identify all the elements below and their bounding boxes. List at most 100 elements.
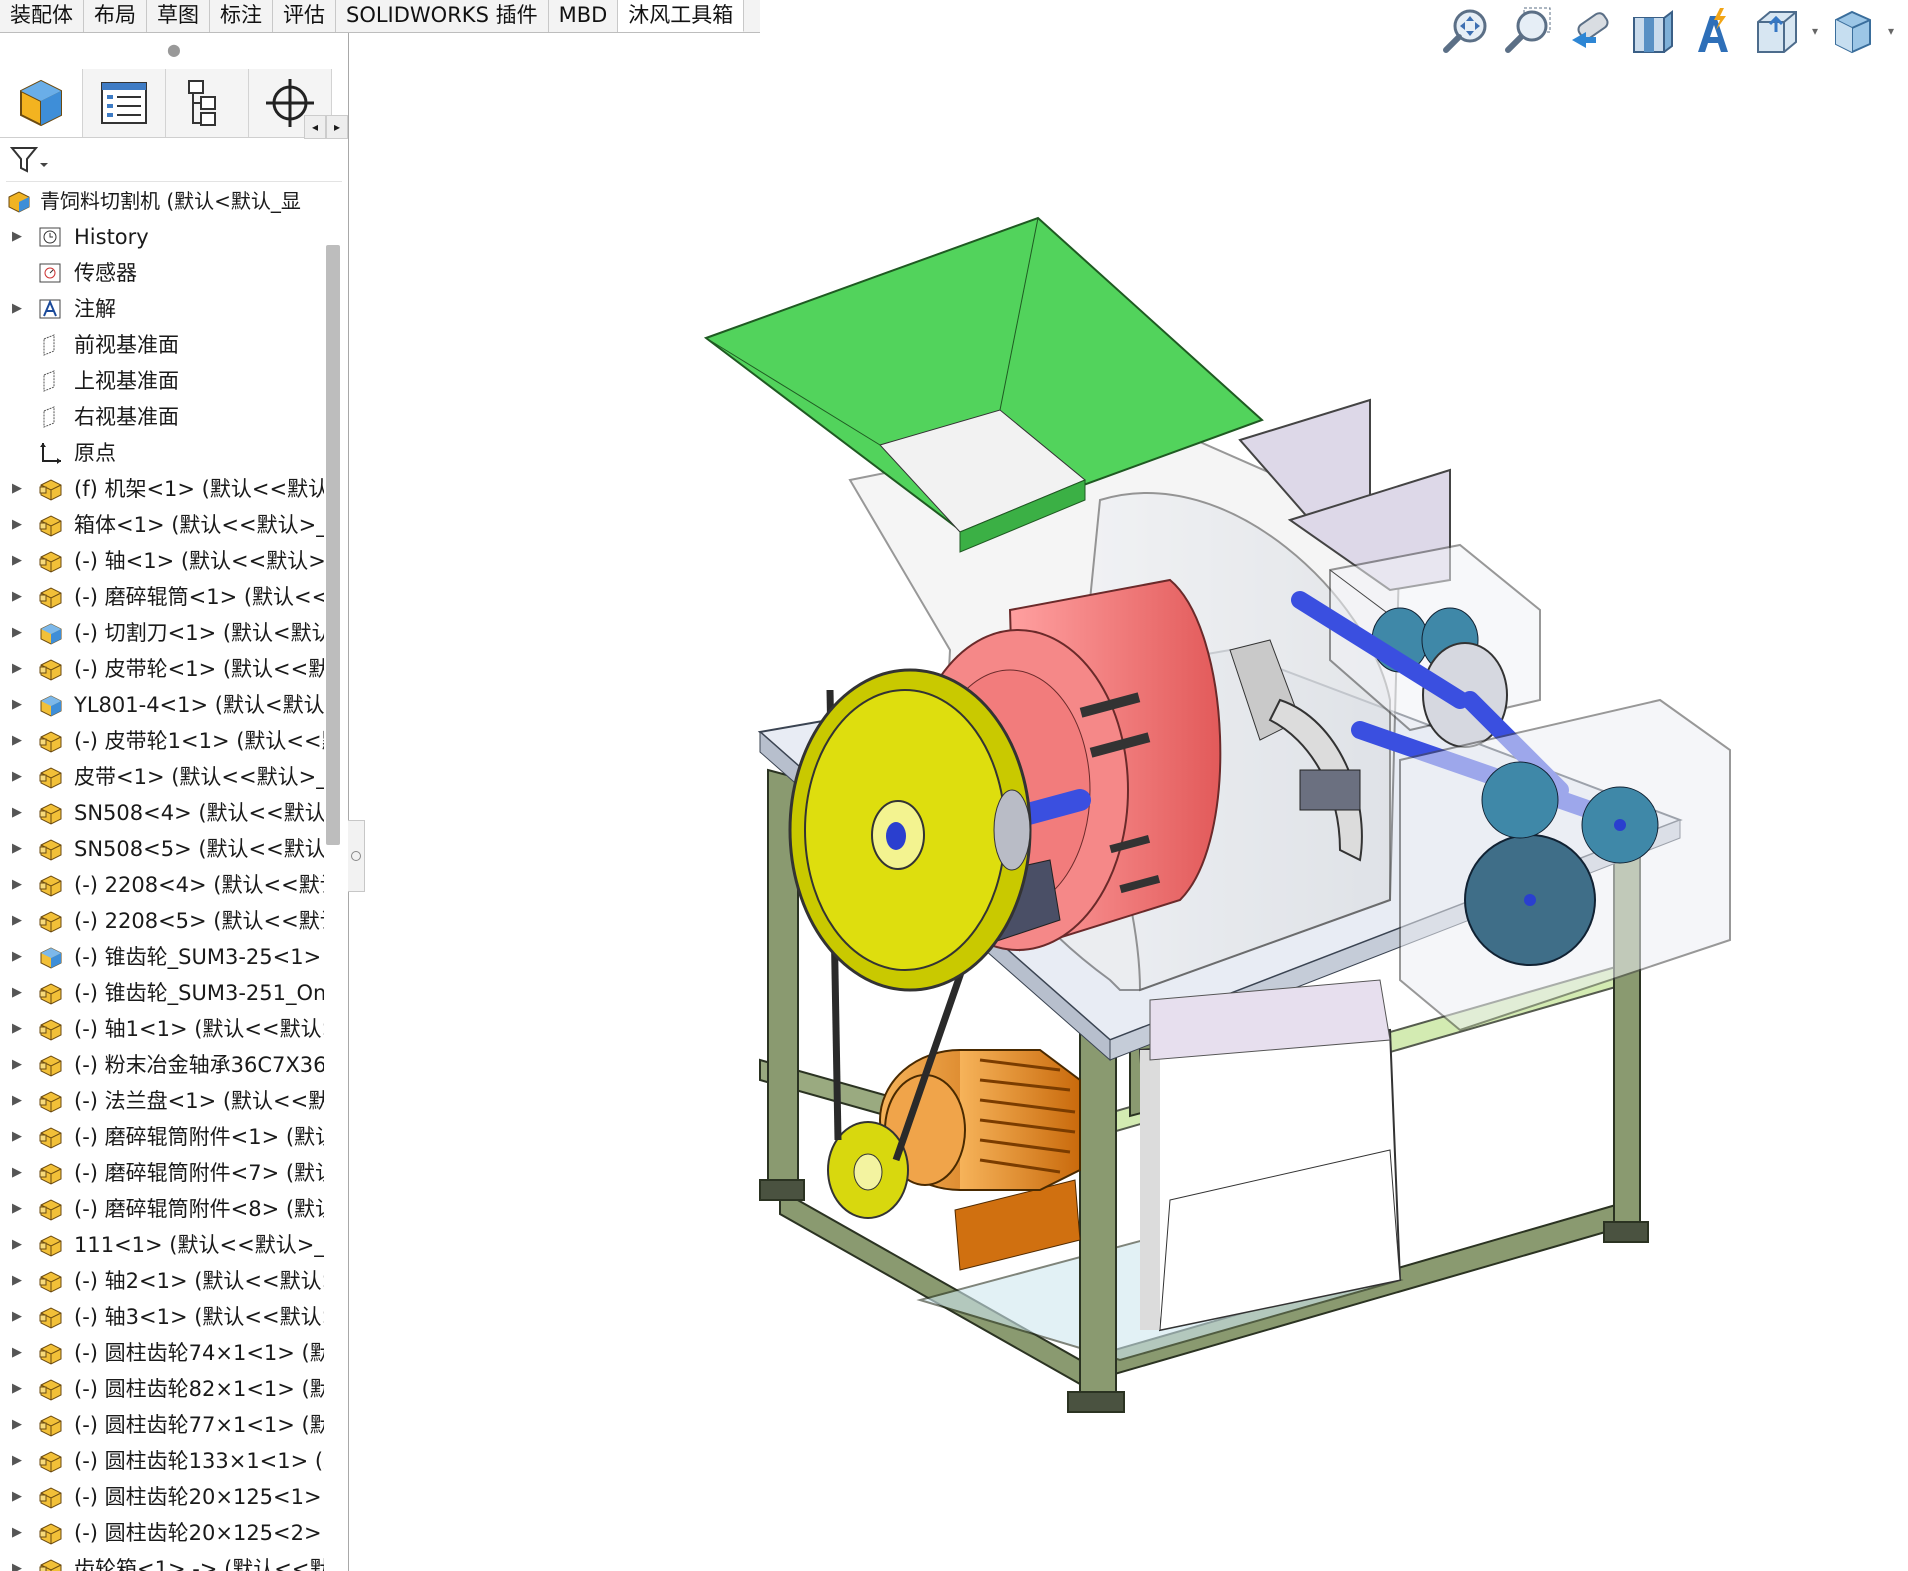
- tree-item[interactable]: ▶ SN508<5> (默认<<默认>: [0, 831, 324, 867]
- tab-5[interactable]: SOLIDWORKS 插件: [336, 0, 549, 32]
- tree-item[interactable]: ▶ (-) 法兰盘<1> (默认<<默: [0, 1083, 324, 1119]
- expand-arrow-icon[interactable]: ▶: [12, 867, 22, 903]
- configuration-manager-icon[interactable]: [166, 69, 249, 137]
- dynamic-annotation-icon[interactable]: [1684, 1, 1746, 61]
- expand-arrow-icon[interactable]: ▶: [12, 939, 22, 975]
- expand-arrow-icon[interactable]: ▶: [12, 543, 22, 579]
- tree-item[interactable]: ▶ (-) 皮带轮<1> (默认<<默: [0, 651, 324, 687]
- previous-view-icon[interactable]: [1560, 1, 1622, 61]
- tree-item[interactable]: ▶ 齿轮箱<1> -> (默认<<默: [0, 1551, 324, 1571]
- tree-item[interactable]: ▶ (-) 锥齿轮_SUM3-251_On: [0, 975, 324, 1011]
- expand-arrow-icon[interactable]: ▶: [12, 1551, 22, 1571]
- expand-arrow-icon[interactable]: ▶: [12, 1299, 22, 1335]
- expand-arrow-icon[interactable]: ▶: [12, 903, 22, 939]
- expand-arrow-icon[interactable]: ▶: [12, 1479, 22, 1515]
- expand-arrow-icon[interactable]: ▶: [12, 1335, 22, 1371]
- tree-item[interactable]: 原点: [0, 435, 324, 471]
- tree-item[interactable]: ▶ 注解: [0, 291, 324, 327]
- expand-arrow-icon[interactable]: ▶: [12, 615, 22, 651]
- expand-arrow-icon[interactable]: ▶: [12, 579, 22, 615]
- expand-arrow-icon[interactable]: ▶: [12, 975, 22, 1011]
- display-style-dropdown[interactable]: ▾: [1884, 24, 1898, 38]
- expand-arrow-icon[interactable]: ▶: [12, 1515, 22, 1551]
- tree-item[interactable]: ▶ (-) 2208<4> (默认<<默认: [0, 867, 324, 903]
- tab-2[interactable]: 草图: [147, 0, 210, 32]
- display-style-icon[interactable]: [1822, 1, 1884, 61]
- tree-item[interactable]: ▶ (-) 磨碎辊筒附件<7> (默认: [0, 1155, 324, 1191]
- tree-root[interactable]: 青饲料切割机 (默认<默认_显: [0, 183, 324, 219]
- expand-arrow-icon[interactable]: ▶: [12, 1227, 22, 1263]
- tree-item[interactable]: ▶ SN508<4> (默认<<默认>: [0, 795, 324, 831]
- tree-item[interactable]: ▶ YL801-4<1> (默认<默认_: [0, 687, 324, 723]
- expand-arrow-icon[interactable]: ▶: [12, 1011, 22, 1047]
- assembly-model[interactable]: [350, 62, 1908, 1571]
- tab-3[interactable]: 标注: [210, 0, 273, 32]
- expand-arrow-icon[interactable]: ▶: [12, 291, 22, 327]
- view-orientation-dropdown[interactable]: ▾: [1808, 24, 1822, 38]
- expand-arrow-icon[interactable]: ▶: [12, 1371, 22, 1407]
- expand-arrow-icon[interactable]: ▶: [12, 1263, 22, 1299]
- tree-item[interactable]: ▶ (-) 锥齿轮_SUM3-25<1>: [0, 939, 324, 975]
- expand-arrow-icon[interactable]: ▶: [12, 795, 22, 831]
- feature-manager-icon[interactable]: [0, 69, 83, 137]
- tree-item[interactable]: 上视基准面: [0, 363, 324, 399]
- expand-arrow-icon[interactable]: ▶: [12, 1047, 22, 1083]
- zoom-to-area-icon[interactable]: [1498, 1, 1560, 61]
- zoom-to-fit-icon[interactable]: [1436, 1, 1498, 61]
- panel-scroll-right-button[interactable]: ▸: [326, 115, 348, 139]
- tab-6[interactable]: MBD: [549, 0, 619, 32]
- tree-item[interactable]: ▶ (-) 轴3<1> (默认<<默认>: [0, 1299, 324, 1335]
- graphics-area[interactable]: [350, 62, 1908, 1571]
- expand-arrow-icon[interactable]: ▶: [12, 1155, 22, 1191]
- tree-item[interactable]: ▶ 皮带<1> (默认<<默认>_: [0, 759, 324, 795]
- tree-item[interactable]: ▶ (-) 圆柱齿轮20×125<2> (: [0, 1515, 324, 1551]
- tree-item[interactable]: ▶ (-) 圆柱齿轮74×1<1> (默: [0, 1335, 324, 1371]
- tree-item[interactable]: ▶ 111<1> (默认<<默认>_显: [0, 1227, 324, 1263]
- tree-item[interactable]: ▶ (-) 磨碎辊筒附件<1> (默认: [0, 1119, 324, 1155]
- expand-arrow-icon[interactable]: ▶: [12, 507, 22, 543]
- tree-item[interactable]: 前视基准面: [0, 327, 324, 363]
- tree-item[interactable]: ▶ (-) 圆柱齿轮20×125<1> (: [0, 1479, 324, 1515]
- tab-0[interactable]: 装配体: [0, 0, 84, 32]
- tree-item[interactable]: ▶ (f) 机架<1> (默认<<默认: [0, 471, 324, 507]
- gearbox-lower: [1399, 698, 1731, 1032]
- tree-item[interactable]: ▶ (-) 磨碎辊筒<1> (默认<<: [0, 579, 324, 615]
- expand-arrow-icon[interactable]: ▶: [12, 471, 22, 507]
- expand-arrow-icon[interactable]: ▶: [12, 651, 22, 687]
- expand-arrow-icon[interactable]: ▶: [12, 1083, 22, 1119]
- expand-arrow-icon[interactable]: ▶: [12, 219, 22, 255]
- expand-arrow-icon[interactable]: ▶: [12, 831, 22, 867]
- tree-item[interactable]: ▶ (-) 粉末冶金轴承36C7X36: [0, 1047, 324, 1083]
- tree-item[interactable]: 传感器: [0, 255, 324, 291]
- expand-arrow-icon[interactable]: ▶: [12, 687, 22, 723]
- expand-arrow-icon[interactable]: ▶: [12, 723, 22, 759]
- tab-7[interactable]: 沐风工具箱: [618, 0, 745, 32]
- tree-item[interactable]: ▶ (-) 轴2<1> (默认<<默认>: [0, 1263, 324, 1299]
- tree-item[interactable]: ▶ (-) 圆柱齿轮77×1<1> (默: [0, 1407, 324, 1443]
- expand-arrow-icon[interactable]: ▶: [12, 1191, 22, 1227]
- filter-icon[interactable]: [9, 145, 50, 179]
- tree-item[interactable]: ▶ (-) 磨碎辊筒附件<8> (默认: [0, 1191, 324, 1227]
- property-manager-icon[interactable]: [83, 69, 166, 137]
- panel-grip[interactable]: ⬤: [0, 33, 348, 67]
- tree-item[interactable]: ▶ 箱体<1> (默认<<默认>_: [0, 507, 324, 543]
- tree-item[interactable]: 右视基准面: [0, 399, 324, 435]
- section-view-icon[interactable]: [1622, 1, 1684, 61]
- tree-item[interactable]: ▶ (-) 轴<1> (默认<<默认>_: [0, 543, 324, 579]
- panel-scroll-left-button[interactable]: ◂: [304, 115, 326, 139]
- tree-item[interactable]: ▶ History: [0, 219, 324, 255]
- expand-arrow-icon[interactable]: ▶: [12, 1443, 22, 1479]
- tree-item[interactable]: ▶ (-) 轴1<1> (默认<<默认>: [0, 1011, 324, 1047]
- tree-scrollbar[interactable]: [326, 245, 340, 845]
- expand-arrow-icon[interactable]: ▶: [12, 1119, 22, 1155]
- tree-item[interactable]: ▶ (-) 切割刀<1> (默认<默认: [0, 615, 324, 651]
- expand-arrow-icon[interactable]: ▶: [12, 1407, 22, 1443]
- expand-arrow-icon[interactable]: ▶: [12, 759, 22, 795]
- tree-item[interactable]: ▶ (-) 2208<5> (默认<<默认: [0, 903, 324, 939]
- tab-1[interactable]: 布局: [84, 0, 147, 32]
- tab-4[interactable]: 评估: [273, 0, 336, 32]
- view-orientation-icon[interactable]: [1746, 1, 1808, 61]
- tree-item[interactable]: ▶ (-) 圆柱齿轮82×1<1> (默: [0, 1371, 324, 1407]
- tree-item[interactable]: ▶ (-) 皮带轮1<1> (默认<<默: [0, 723, 324, 759]
- tree-item[interactable]: ▶ (-) 圆柱齿轮133×1<1> (默: [0, 1443, 324, 1479]
